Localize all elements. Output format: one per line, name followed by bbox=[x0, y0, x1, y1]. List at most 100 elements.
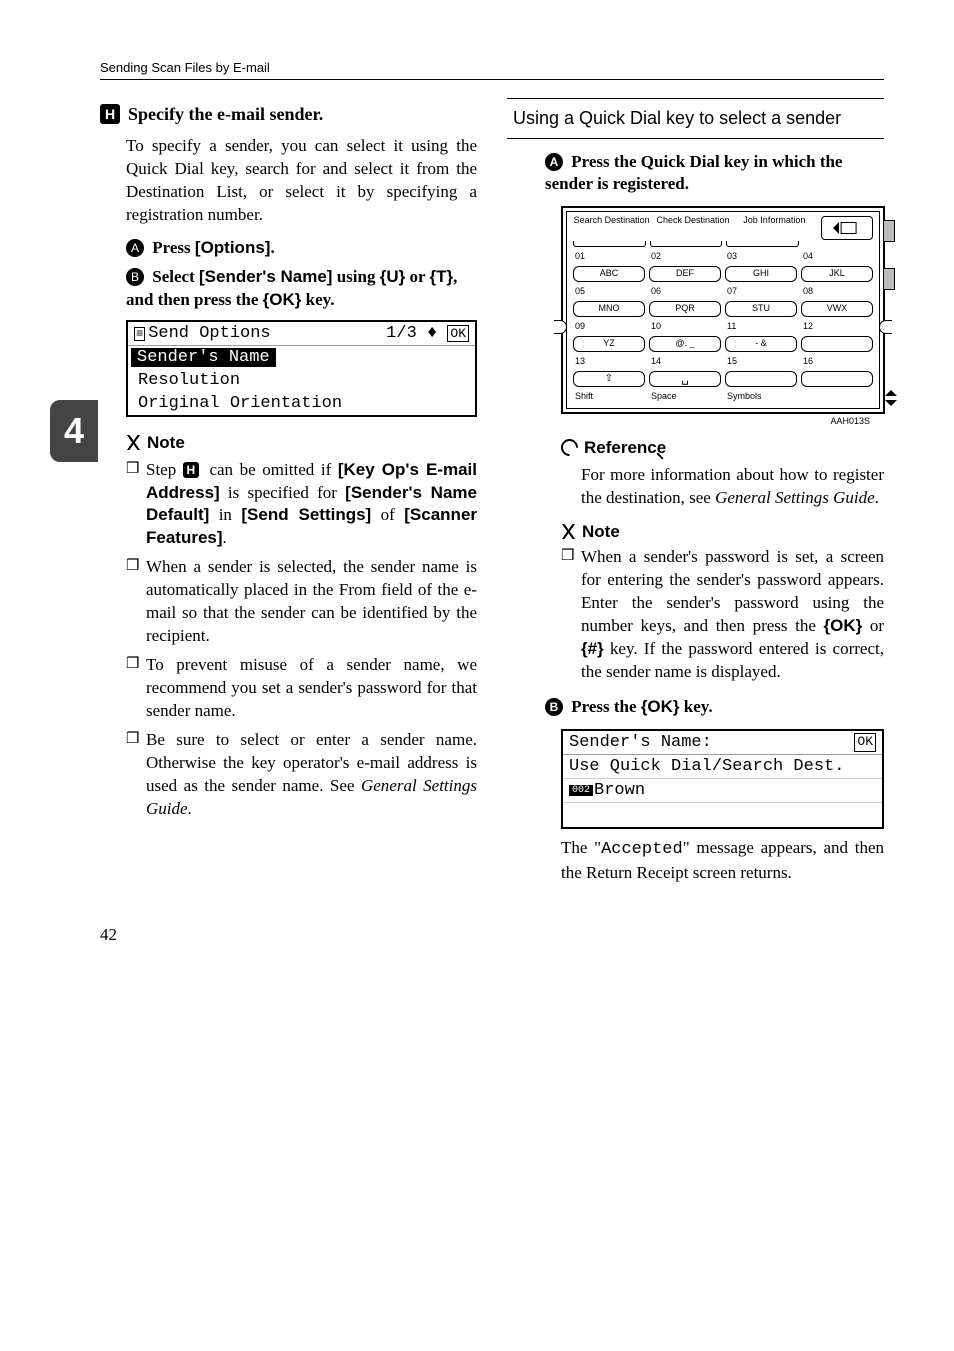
substep-1-number: A bbox=[126, 239, 144, 257]
s2b-r: key. bbox=[680, 697, 713, 716]
reference-heading: Reference bbox=[561, 438, 884, 458]
key-vwx: VWX bbox=[801, 301, 873, 317]
screen-row-3: Original Orientation bbox=[128, 392, 475, 415]
ok-key-2: {OK} bbox=[641, 697, 680, 716]
top-label-2: Check Destination bbox=[654, 216, 731, 229]
shift-key-icon bbox=[573, 371, 645, 387]
menu-icon: ≡ bbox=[134, 327, 145, 341]
step-8-title: Specify the e-mail sender. bbox=[128, 104, 323, 124]
taila: The " bbox=[561, 838, 601, 857]
quick-dial-step-2: B Press the {OK} key. bbox=[545, 696, 884, 719]
screen2-line4 bbox=[563, 803, 882, 827]
quick-dial-step-1: A Press the Quick Dial key in which the … bbox=[545, 151, 884, 197]
scroll-indicator-icon bbox=[885, 400, 897, 406]
step-8-body: To specify a sender, you can select it u… bbox=[126, 135, 477, 227]
quick-dial-keypad: Search Destination Check Destination Job… bbox=[561, 206, 885, 414]
screen-row-selected: Sender's Name bbox=[131, 348, 276, 367]
num-01: 01 bbox=[573, 251, 645, 262]
key-stu: STU bbox=[725, 301, 797, 317]
senders-name-key: [Sender's Name] bbox=[199, 267, 332, 286]
note3-text: To prevent misuse of a sender name, we r… bbox=[146, 654, 477, 723]
step-8: H Specify the e-mail sender. bbox=[100, 104, 477, 125]
s2c: or bbox=[405, 267, 429, 286]
num-14: 14 bbox=[649, 356, 721, 367]
screen2-ok: OK bbox=[854, 733, 876, 752]
reference-body: For more information about how to regist… bbox=[581, 464, 884, 510]
tab-icon bbox=[726, 241, 799, 247]
space-key-icon bbox=[649, 371, 721, 387]
n1e: of bbox=[371, 505, 404, 524]
side-button-1 bbox=[883, 220, 895, 242]
erase-key-icon bbox=[821, 216, 873, 240]
qd-step-2-number: B bbox=[545, 698, 563, 716]
key-def: DEF bbox=[649, 266, 721, 282]
s2b: using bbox=[332, 267, 379, 286]
qd-step-1-text: Press the Quick Dial key in which the se… bbox=[545, 152, 842, 194]
dest-name: Brown bbox=[594, 781, 645, 800]
key-pqr: PQR bbox=[649, 301, 721, 317]
note-right-1: ❒ When a sender's password is set, a scr… bbox=[561, 546, 884, 684]
s2a: Select bbox=[152, 267, 199, 286]
num-12: 12 bbox=[801, 321, 873, 332]
label-symbols: Symbols bbox=[725, 391, 797, 402]
image-code: AAH013S bbox=[521, 416, 870, 426]
n1b: can be omitted if bbox=[203, 460, 338, 479]
n1a: Step bbox=[146, 460, 183, 479]
num-03: 03 bbox=[725, 251, 797, 262]
label-blank bbox=[801, 391, 873, 402]
top-label-1: Search Destination bbox=[573, 216, 650, 229]
options-key-label: [Options] bbox=[195, 238, 271, 257]
note2-text: When a sender is selected, the sender na… bbox=[146, 556, 477, 648]
key-yz: YZ bbox=[573, 336, 645, 352]
key-dash: - & bbox=[725, 336, 797, 352]
num-11: 11 bbox=[725, 321, 797, 332]
dest-badge: 002 bbox=[569, 785, 593, 796]
n1c: is specified for bbox=[220, 483, 345, 502]
step-8-number: H bbox=[100, 104, 120, 124]
label-shift: Shift bbox=[573, 391, 645, 402]
substep-2: B Select [Sender's Name] using {U} or {T… bbox=[126, 266, 477, 312]
note-item-3: ❒ To prevent misuse of a sender name, we… bbox=[126, 654, 477, 723]
symbols-key bbox=[725, 371, 797, 387]
screen2-line2: Use Quick Dial/Search Dest. bbox=[563, 755, 882, 779]
nrb: or bbox=[862, 616, 884, 635]
side-button-2 bbox=[883, 268, 895, 290]
num-09: 09 bbox=[573, 321, 645, 332]
ref-gsg: General Settings Guide bbox=[715, 488, 875, 507]
qd-step-1-number: A bbox=[545, 153, 563, 171]
substep-1: A Press [Options]. bbox=[126, 237, 477, 260]
down-key: {T} bbox=[429, 267, 453, 286]
nrc: key. If the password entered is correct,… bbox=[581, 639, 884, 681]
screen2-line3: 002Brown bbox=[563, 779, 882, 803]
key-ghi: GHI bbox=[725, 266, 797, 282]
screen-row-2: Resolution bbox=[128, 369, 475, 392]
screen2-title: Sender's Name: bbox=[569, 733, 712, 752]
bullet-icon: ❒ bbox=[126, 729, 146, 821]
accepted-mono: Accepted bbox=[601, 840, 683, 859]
note-item-1: ❒ Step H can be omitted if [Key Op's E-m… bbox=[126, 459, 477, 551]
bullet-icon: ❒ bbox=[126, 556, 146, 648]
key-blank bbox=[801, 336, 873, 352]
tab-icon bbox=[650, 241, 723, 247]
num-02: 02 bbox=[649, 251, 721, 262]
n1d: in bbox=[209, 505, 241, 524]
key-at: @. _ bbox=[649, 336, 721, 352]
right-column: Using a Quick Dial key to select a sende… bbox=[507, 98, 884, 895]
updown-icon: ♦ bbox=[427, 324, 437, 343]
num-07: 07 bbox=[725, 286, 797, 297]
hash-key-ref: {#} bbox=[581, 639, 604, 658]
chapter-side-tab: 4 bbox=[50, 400, 98, 462]
n1f: . bbox=[223, 528, 227, 547]
substep-1-prefix: Press bbox=[152, 238, 195, 257]
up-key: {U} bbox=[380, 267, 406, 286]
send-settings-key: [Send Settings] bbox=[241, 505, 371, 524]
num-04: 04 bbox=[801, 251, 873, 262]
num-10: 10 bbox=[649, 321, 721, 332]
bullet-icon: ❒ bbox=[126, 459, 146, 551]
key-abc: ABC bbox=[573, 266, 645, 282]
top-label-3: Job Information bbox=[736, 216, 813, 229]
header-rule bbox=[100, 79, 884, 80]
substep-1-suffix: . bbox=[270, 238, 274, 257]
screen-page: 1/3 bbox=[386, 324, 417, 343]
note-heading-right: Note bbox=[561, 522, 884, 542]
